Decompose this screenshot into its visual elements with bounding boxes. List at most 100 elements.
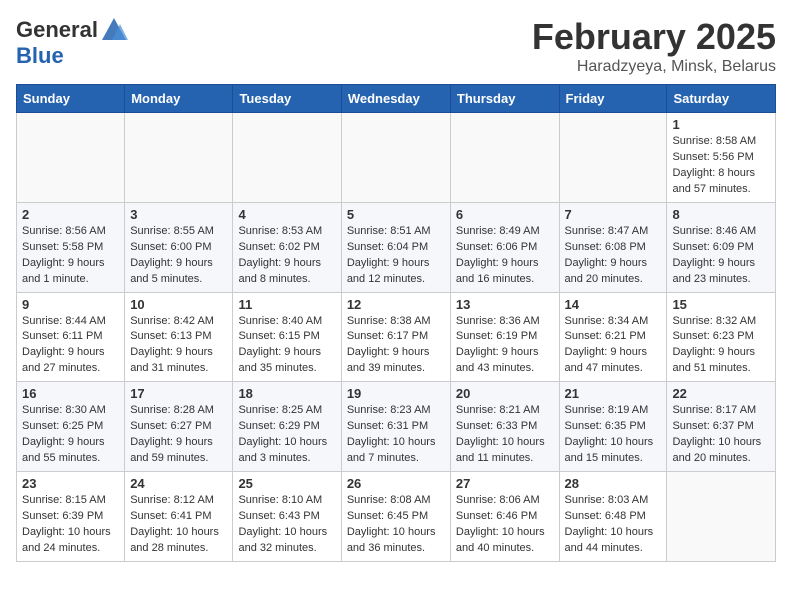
- logo-blue-text: Blue: [16, 44, 128, 68]
- logo: General Blue: [16, 16, 128, 68]
- calendar-cell: 10 Sunrise: 8:42 AM Sunset: 6:13 PM Dayli…: [125, 292, 233, 382]
- day-number: 10: [130, 297, 227, 312]
- day-number: 7: [565, 207, 662, 222]
- calendar-week-row: 9 Sunrise: 8:44 AM Sunset: 6:11 PM Daylig…: [17, 292, 776, 382]
- day-number: 15: [672, 297, 770, 312]
- day-number: 14: [565, 297, 662, 312]
- calendar-cell: 2 Sunrise: 8:56 AM Sunset: 5:58 PM Daylig…: [17, 202, 125, 292]
- day-info: Sunrise: 8:12 AM Sunset: 6:41 PM Dayligh…: [130, 493, 227, 557]
- page-header: General Blue February 2025 Haradzyeya, M…: [16, 16, 776, 76]
- weekday-header: Wednesday: [341, 85, 450, 113]
- day-info: Sunrise: 8:46 AM Sunset: 6:09 PM Dayligh…: [672, 224, 770, 288]
- calendar-cell: [125, 113, 233, 203]
- weekday-header: Thursday: [450, 85, 559, 113]
- day-info: Sunrise: 8:10 AM Sunset: 6:43 PM Dayligh…: [238, 493, 335, 557]
- calendar-cell: 12 Sunrise: 8:38 AM Sunset: 6:17 PM Dayli…: [341, 292, 450, 382]
- day-number: 25: [238, 476, 335, 491]
- day-number: 9: [22, 297, 119, 312]
- day-number: 2: [22, 207, 119, 222]
- day-info: Sunrise: 8:23 AM Sunset: 6:31 PM Dayligh…: [347, 403, 445, 467]
- day-number: 3: [130, 207, 227, 222]
- weekday-header: Saturday: [667, 85, 776, 113]
- logo-general-text: General: [16, 18, 98, 42]
- calendar-cell: 27Sunrise: 8:06 AM Sunset: 6:46 PM Dayli…: [450, 472, 559, 562]
- weekday-header: Sunday: [17, 85, 125, 113]
- calendar-week-row: 1 Sunrise: 8:58 AM Sunset: 5:56 PM Daylig…: [17, 113, 776, 203]
- day-number: 5: [347, 207, 445, 222]
- calendar-cell: 14Sunrise: 8:34 AM Sunset: 6:21 PM Dayli…: [559, 292, 667, 382]
- weekday-header: Friday: [559, 85, 667, 113]
- calendar-cell: [667, 472, 776, 562]
- day-number: 1: [672, 117, 770, 132]
- day-info: Sunrise: 8:21 AM Sunset: 6:33 PM Dayligh…: [456, 403, 554, 467]
- calendar-cell: 23 Sunrise: 8:15 AM Sunset: 6:39 PM Dayli…: [17, 472, 125, 562]
- title-block: February 2025 Haradzyeya, Minsk, Belarus: [532, 16, 776, 76]
- day-info: Sunrise: 8:17 AM Sunset: 6:37 PM Dayligh…: [672, 403, 770, 467]
- day-info: Sunrise: 8:38 AM Sunset: 6:17 PM Dayligh…: [347, 314, 445, 378]
- day-number: 16: [22, 386, 119, 401]
- day-info: Sunrise: 8:58 AM Sunset: 5:56 PM Dayligh…: [672, 134, 770, 198]
- calendar-cell: 3 Sunrise: 8:55 AM Sunset: 6:00 PM Daylig…: [125, 202, 233, 292]
- day-info: Sunrise: 8:36 AM Sunset: 6:19 PM Dayligh…: [456, 314, 554, 378]
- calendar-cell: 15 Sunrise: 8:32 AM Sunset: 6:23 PM Dayli…: [667, 292, 776, 382]
- calendar-cell: [559, 113, 667, 203]
- calendar-cell: 16 Sunrise: 8:30 AM Sunset: 6:25 PM Dayli…: [17, 382, 125, 472]
- day-info: Sunrise: 8:55 AM Sunset: 6:00 PM Dayligh…: [130, 224, 227, 288]
- day-info: Sunrise: 8:03 AM Sunset: 6:48 PM Dayligh…: [565, 493, 662, 557]
- day-number: 22: [672, 386, 770, 401]
- month-title: February 2025: [532, 16, 776, 58]
- day-number: 6: [456, 207, 554, 222]
- day-info: Sunrise: 8:08 AM Sunset: 6:45 PM Dayligh…: [347, 493, 445, 557]
- calendar-cell: 6 Sunrise: 8:49 AM Sunset: 6:06 PM Daylig…: [450, 202, 559, 292]
- calendar-cell: 5Sunrise: 8:51 AM Sunset: 6:04 PM Daylig…: [341, 202, 450, 292]
- calendar-cell: [17, 113, 125, 203]
- logo-icon: [100, 16, 128, 44]
- day-info: Sunrise: 8:44 AM Sunset: 6:11 PM Dayligh…: [22, 314, 119, 378]
- calendar-cell: 7 Sunrise: 8:47 AM Sunset: 6:08 PM Daylig…: [559, 202, 667, 292]
- calendar-cell: [341, 113, 450, 203]
- calendar-cell: 24 Sunrise: 8:12 AM Sunset: 6:41 PM Dayli…: [125, 472, 233, 562]
- day-number: 20: [456, 386, 554, 401]
- calendar-cell: 1 Sunrise: 8:58 AM Sunset: 5:56 PM Daylig…: [667, 113, 776, 203]
- calendar-table: SundayMondayTuesdayWednesdayThursdayFrid…: [16, 84, 776, 562]
- calendar-cell: [233, 113, 341, 203]
- day-number: 18: [238, 386, 335, 401]
- day-number: 19: [347, 386, 445, 401]
- calendar-cell: 21Sunrise: 8:19 AM Sunset: 6:35 PM Dayli…: [559, 382, 667, 472]
- day-info: Sunrise: 8:47 AM Sunset: 6:08 PM Dayligh…: [565, 224, 662, 288]
- day-number: 28: [565, 476, 662, 491]
- calendar-cell: 20 Sunrise: 8:21 AM Sunset: 6:33 PM Dayli…: [450, 382, 559, 472]
- day-info: Sunrise: 8:15 AM Sunset: 6:39 PM Dayligh…: [22, 493, 119, 557]
- day-info: Sunrise: 8:53 AM Sunset: 6:02 PM Dayligh…: [238, 224, 335, 288]
- calendar-cell: 19 Sunrise: 8:23 AM Sunset: 6:31 PM Dayli…: [341, 382, 450, 472]
- day-info: Sunrise: 8:30 AM Sunset: 6:25 PM Dayligh…: [22, 403, 119, 467]
- calendar-week-row: 23 Sunrise: 8:15 AM Sunset: 6:39 PM Dayli…: [17, 472, 776, 562]
- location-subtitle: Haradzyeya, Minsk, Belarus: [532, 58, 776, 76]
- calendar-cell: 26 Sunrise: 8:08 AM Sunset: 6:45 PM Dayli…: [341, 472, 450, 562]
- day-info: Sunrise: 8:42 AM Sunset: 6:13 PM Dayligh…: [130, 314, 227, 378]
- calendar-cell: 17Sunrise: 8:28 AM Sunset: 6:27 PM Dayli…: [125, 382, 233, 472]
- calendar-week-row: 2 Sunrise: 8:56 AM Sunset: 5:58 PM Daylig…: [17, 202, 776, 292]
- day-number: 23: [22, 476, 119, 491]
- calendar-header-row: SundayMondayTuesdayWednesdayThursdayFrid…: [17, 85, 776, 113]
- calendar-cell: 8Sunrise: 8:46 AM Sunset: 6:09 PM Daylig…: [667, 202, 776, 292]
- calendar-cell: 18 Sunrise: 8:25 AM Sunset: 6:29 PM Dayli…: [233, 382, 341, 472]
- day-number: 21: [565, 386, 662, 401]
- day-number: 26: [347, 476, 445, 491]
- day-info: Sunrise: 8:49 AM Sunset: 6:06 PM Dayligh…: [456, 224, 554, 288]
- day-info: Sunrise: 8:56 AM Sunset: 5:58 PM Dayligh…: [22, 224, 119, 288]
- day-number: 12: [347, 297, 445, 312]
- weekday-header: Tuesday: [233, 85, 341, 113]
- weekday-header: Monday: [125, 85, 233, 113]
- day-number: 24: [130, 476, 227, 491]
- day-info: Sunrise: 8:25 AM Sunset: 6:29 PM Dayligh…: [238, 403, 335, 467]
- calendar-cell: 13 Sunrise: 8:36 AM Sunset: 6:19 PM Dayli…: [450, 292, 559, 382]
- calendar-cell: 25 Sunrise: 8:10 AM Sunset: 6:43 PM Dayli…: [233, 472, 341, 562]
- day-info: Sunrise: 8:28 AM Sunset: 6:27 PM Dayligh…: [130, 403, 227, 467]
- day-number: 11: [238, 297, 335, 312]
- day-info: Sunrise: 8:32 AM Sunset: 6:23 PM Dayligh…: [672, 314, 770, 378]
- calendar-cell: 9 Sunrise: 8:44 AM Sunset: 6:11 PM Daylig…: [17, 292, 125, 382]
- calendar-cell: 28 Sunrise: 8:03 AM Sunset: 6:48 PM Dayli…: [559, 472, 667, 562]
- day-number: 13: [456, 297, 554, 312]
- day-number: 27: [456, 476, 554, 491]
